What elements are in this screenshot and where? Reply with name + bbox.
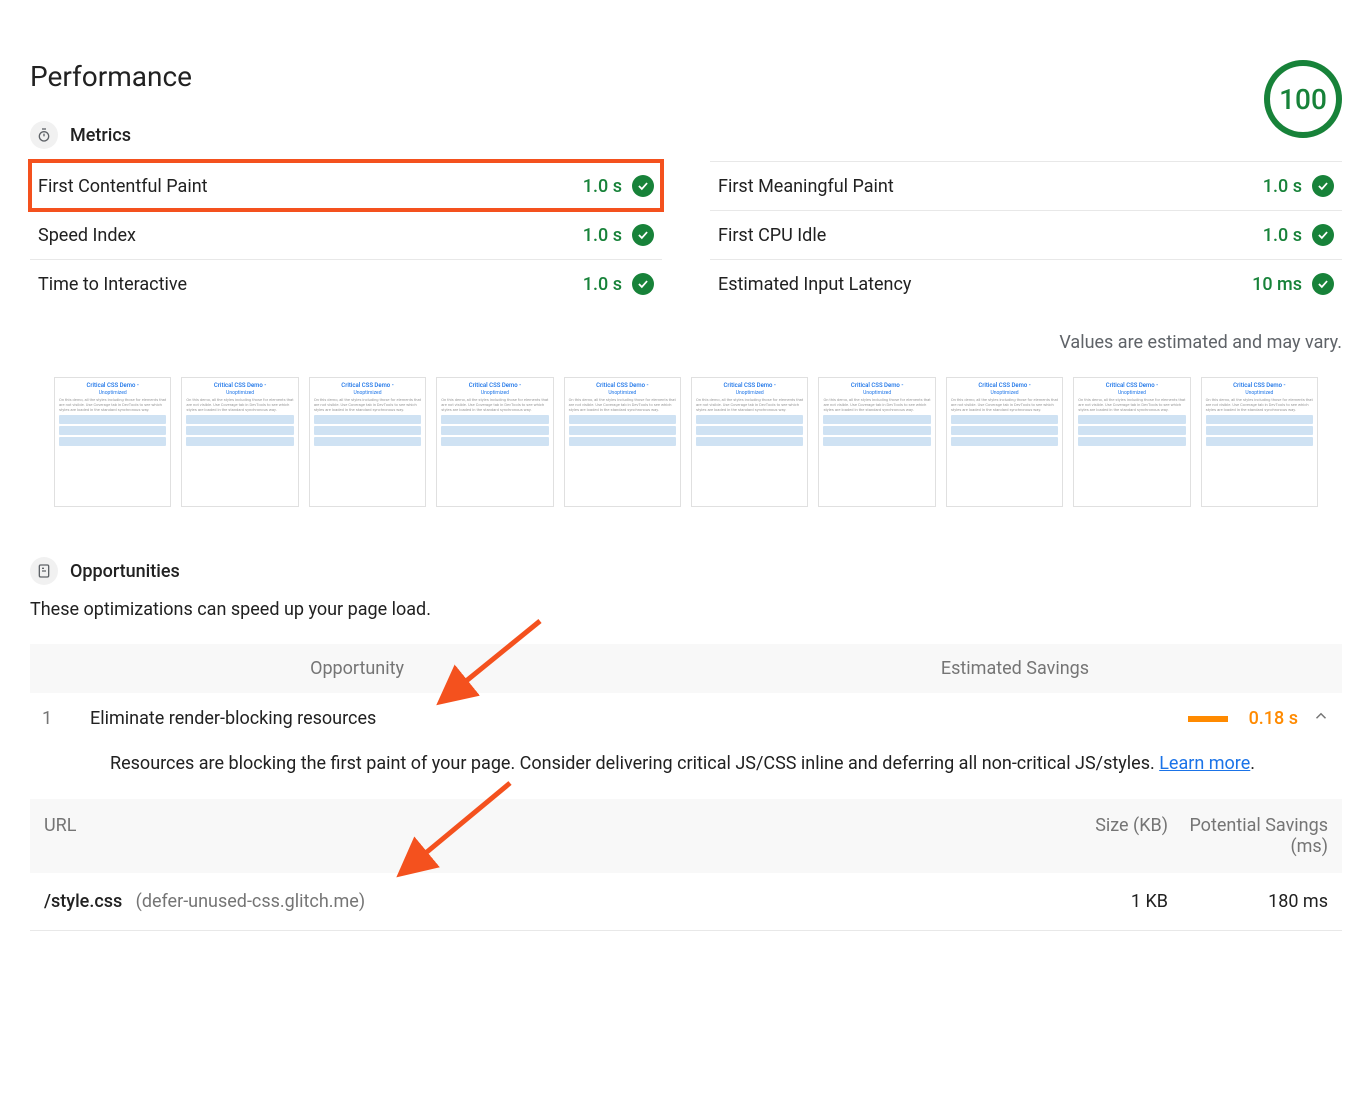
- check-icon: [1312, 273, 1334, 295]
- check-icon: [632, 224, 654, 246]
- col-url: URL: [44, 815, 1048, 857]
- filmstrip-thumbnail: Critical CSS Demo -UnoptimizedOn this de…: [1073, 377, 1190, 507]
- url-size: 1 KB: [1048, 891, 1168, 912]
- opportunities-table-header: Opportunity Estimated Savings: [30, 644, 1342, 693]
- savings-bar: [1188, 716, 1228, 722]
- url-path[interactable]: /style.css: [44, 891, 122, 912]
- url-table-header: URL Size (KB) Potential Savings (ms): [30, 799, 1342, 873]
- opportunity-row[interactable]: 1 Eliminate render-blocking resources 0.…: [30, 693, 1342, 744]
- col-potential: Potential Savings (ms): [1168, 815, 1328, 857]
- filmstrip-thumbnail: Critical CSS Demo -UnoptimizedOn this de…: [946, 377, 1063, 507]
- metric-row[interactable]: Speed Index 1.0 s: [30, 210, 662, 259]
- opportunity-number: 1: [42, 708, 90, 729]
- filmstrip-thumbnail: Critical CSS Demo -UnoptimizedOn this de…: [54, 377, 171, 507]
- opportunities-label: Opportunities: [70, 561, 180, 582]
- score-value: 100: [1279, 83, 1327, 116]
- metric-name: First Meaningful Paint: [718, 176, 894, 197]
- check-icon: [1312, 224, 1334, 246]
- url-potential: 180 ms: [1168, 891, 1328, 912]
- metric-row[interactable]: Time to Interactive 1.0 s: [30, 259, 662, 308]
- metric-row[interactable]: First CPU Idle 1.0 s: [710, 210, 1342, 259]
- filmstrip-thumbnail: Critical CSS Demo -UnoptimizedOn this de…: [181, 377, 298, 507]
- metric-row[interactable]: Estimated Input Latency 10 ms: [710, 259, 1342, 308]
- filmstrip-thumbnail: Critical CSS Demo -UnoptimizedOn this de…: [691, 377, 808, 507]
- opportunity-title: Eliminate render-blocking resources: [90, 708, 1120, 729]
- filmstrip-thumbnail: Critical CSS Demo -UnoptimizedOn this de…: [564, 377, 681, 507]
- url-host: [127, 891, 136, 912]
- url-row: /style.css (defer-unused-css.glitch.me) …: [30, 873, 1342, 931]
- filmstrip-thumbnail: Critical CSS Demo -UnoptimizedOn this de…: [436, 377, 553, 507]
- metric-name: First Contentful Paint: [38, 176, 208, 197]
- savings-value: 0.18 s: [1242, 708, 1298, 729]
- col-size: Size (KB): [1048, 815, 1168, 857]
- check-icon: [632, 273, 654, 295]
- chevron-up-icon[interactable]: [1312, 707, 1330, 730]
- metric-row[interactable]: First Meaningful Paint 1.0 s: [710, 161, 1342, 210]
- metric-name: Estimated Input Latency: [718, 274, 911, 295]
- metrics-label: Metrics: [70, 125, 131, 146]
- metrics-grid: First Contentful Paint 1.0 s Speed Index 1.…: [30, 161, 1342, 308]
- opportunities-description: These optimizations can speed up your pa…: [30, 599, 1342, 620]
- stopwatch-icon: [30, 121, 58, 149]
- check-icon: [1312, 175, 1334, 197]
- metrics-note: Values are estimated and may vary.: [30, 332, 1342, 353]
- metric-value: 1.0 s: [583, 274, 622, 295]
- metric-value: 1.0 s: [583, 176, 622, 197]
- metric-name: Time to Interactive: [38, 274, 187, 295]
- opportunity-detail-text: Resources are blocking the first paint o…: [110, 753, 1159, 774]
- filmstrip: Critical CSS Demo -UnoptimizedOn this de…: [30, 377, 1342, 507]
- score-gauge: 100: [1264, 60, 1342, 138]
- metric-value: 1.0 s: [1263, 176, 1302, 197]
- metric-value: 10 ms: [1252, 274, 1302, 295]
- check-icon: [632, 175, 654, 197]
- learn-more-link[interactable]: Learn more: [1159, 753, 1250, 774]
- metrics-section-header: Metrics: [30, 121, 1264, 149]
- col-savings: Estimated Savings: [420, 658, 1330, 679]
- filmstrip-thumbnail: Critical CSS Demo -UnoptimizedOn this de…: [309, 377, 426, 507]
- metric-row[interactable]: First Contentful Paint 1.0 s: [30, 161, 662, 210]
- metric-value: 1.0 s: [1263, 225, 1302, 246]
- filmstrip-thumbnail: Critical CSS Demo -UnoptimizedOn this de…: [818, 377, 935, 507]
- metric-value: 1.0 s: [583, 225, 622, 246]
- page-title: Performance: [30, 60, 1264, 93]
- opportunity-detail: Resources are blocking the first paint o…: [30, 744, 1342, 799]
- metric-name: Speed Index: [38, 225, 136, 246]
- col-opportunity: Opportunity: [42, 658, 420, 679]
- opportunities-section-header: Opportunities: [30, 557, 1342, 585]
- filmstrip-thumbnail: Critical CSS Demo -UnoptimizedOn this de…: [1201, 377, 1318, 507]
- opportunities-icon: [30, 557, 58, 585]
- metric-name: First CPU Idle: [718, 225, 826, 246]
